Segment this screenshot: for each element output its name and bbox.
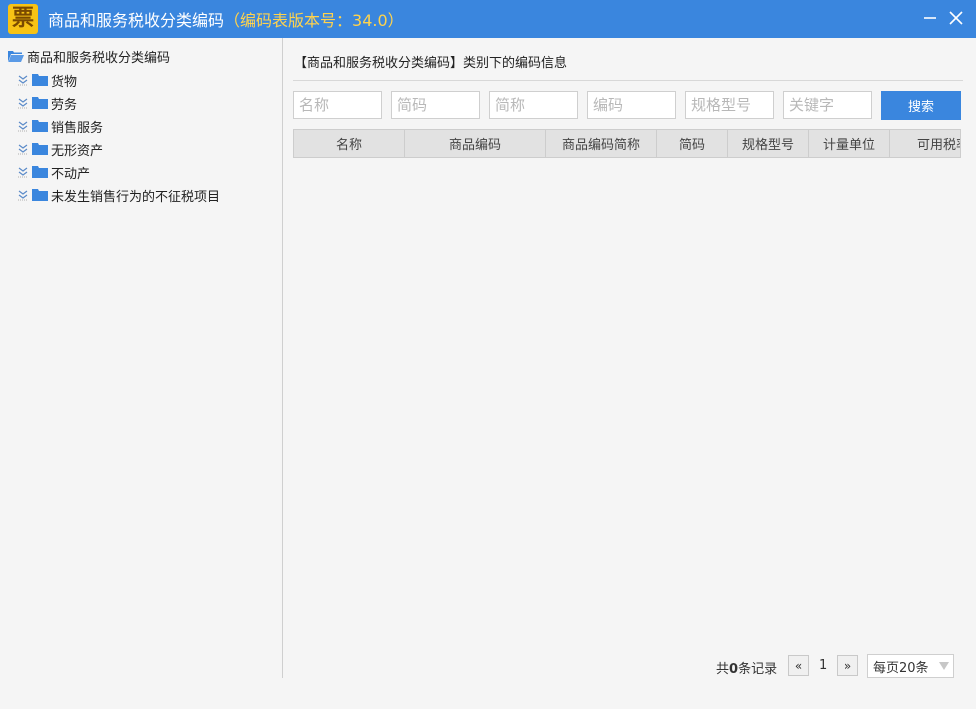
dropdown-caret-icon	[939, 662, 949, 670]
short-code-filter-input[interactable]	[391, 91, 480, 119]
folder-icon	[32, 74, 48, 86]
spec-filter-input[interactable]	[685, 91, 774, 119]
expand-icon[interactable]	[16, 142, 30, 156]
record-count-prefix: 共	[716, 662, 730, 677]
tree-item-label: 不动产	[51, 166, 91, 182]
column-header-product-code[interactable]: 商品编码	[405, 130, 546, 157]
column-header-code-abbreviation[interactable]: 商品编码简称	[546, 130, 657, 157]
expand-icon[interactable]	[16, 188, 30, 202]
tree-item-real-estate[interactable]: 不动产	[16, 162, 90, 182]
version-label: （编码表版本号：34.0）	[224, 11, 404, 30]
code-filter-input[interactable]	[587, 91, 676, 119]
column-header-spec[interactable]: 规格型号	[728, 130, 809, 157]
category-tree: 商品和服务税收分类编码 货物 劳务 销售服务 无形资产 不动产 未发生销售行为的…	[0, 38, 283, 678]
folder-icon	[32, 143, 48, 155]
panel-title: 【商品和服务税收分类编码】类别下的编码信息	[294, 56, 568, 71]
tree-item-intangible-assets[interactable]: 无形资产	[16, 139, 103, 159]
record-count-suffix: 条记录	[738, 662, 778, 677]
tree-item-non-taxable[interactable]: 未发生销售行为的不征税项目	[16, 185, 220, 205]
code-info-panel: 【商品和服务税收分类编码】类别下的编码信息 搜索 名称 商品编码 商品编码简称 …	[284, 38, 976, 709]
app-logo: 票	[8, 4, 38, 34]
panel-divider	[293, 80, 963, 81]
record-count-value: 0	[729, 662, 739, 677]
tree-item-label: 货物	[51, 74, 78, 90]
column-header-unit[interactable]: 计量单位	[809, 130, 890, 157]
tree-item-label: 劳务	[51, 97, 78, 113]
tree-item-goods[interactable]: 货物	[16, 70, 77, 90]
page-size-select[interactable]: 每页20条	[867, 654, 954, 678]
search-button[interactable]: 搜索	[881, 91, 961, 120]
tree-root[interactable]: 商品和服务税收分类编码	[8, 46, 170, 66]
grid-header: 名称 商品编码 商品编码简称 简码 规格型号 计量单位 可用税率	[293, 129, 961, 158]
column-header-short-code[interactable]: 简码	[657, 130, 728, 157]
abbreviation-filter-input[interactable]	[489, 91, 578, 119]
page-size-value: 每页20条	[873, 660, 929, 676]
tree-item-labor[interactable]: 劳务	[16, 93, 77, 113]
folder-icon	[32, 166, 48, 178]
column-header-name[interactable]: 名称	[294, 130, 405, 157]
current-page[interactable]: 1	[819, 658, 827, 673]
tree-root-label: 商品和服务税收分类编码	[27, 50, 171, 66]
folder-icon	[32, 120, 48, 132]
tree-item-label: 销售服务	[51, 120, 104, 136]
minimize-icon[interactable]	[916, 4, 944, 32]
folder-icon	[32, 189, 48, 201]
name-filter-input[interactable]	[293, 91, 382, 119]
column-header-tax-rate[interactable]: 可用税率	[890, 130, 960, 157]
folder-icon	[32, 97, 48, 109]
expand-icon[interactable]	[16, 119, 30, 133]
keyword-filter-input[interactable]	[783, 91, 872, 119]
window-title: 商品和服务税收分类编码	[48, 11, 225, 30]
folder-open-icon	[8, 50, 24, 62]
tree-item-sales-services[interactable]: 销售服务	[16, 116, 103, 136]
expand-icon[interactable]	[16, 73, 30, 87]
expand-icon[interactable]	[16, 96, 30, 110]
record-count: 共0条记录	[716, 658, 777, 677]
tree-item-label: 未发生销售行为的不征税项目	[51, 189, 221, 205]
tree-item-label: 无形资产	[51, 143, 104, 159]
prev-page-button[interactable]: «	[788, 655, 809, 676]
next-page-button[interactable]: »	[837, 655, 858, 676]
close-icon[interactable]	[942, 4, 970, 32]
title-bar: 票 商品和服务税收分类编码 （编码表版本号：34.0）	[0, 0, 976, 38]
expand-icon[interactable]	[16, 165, 30, 179]
